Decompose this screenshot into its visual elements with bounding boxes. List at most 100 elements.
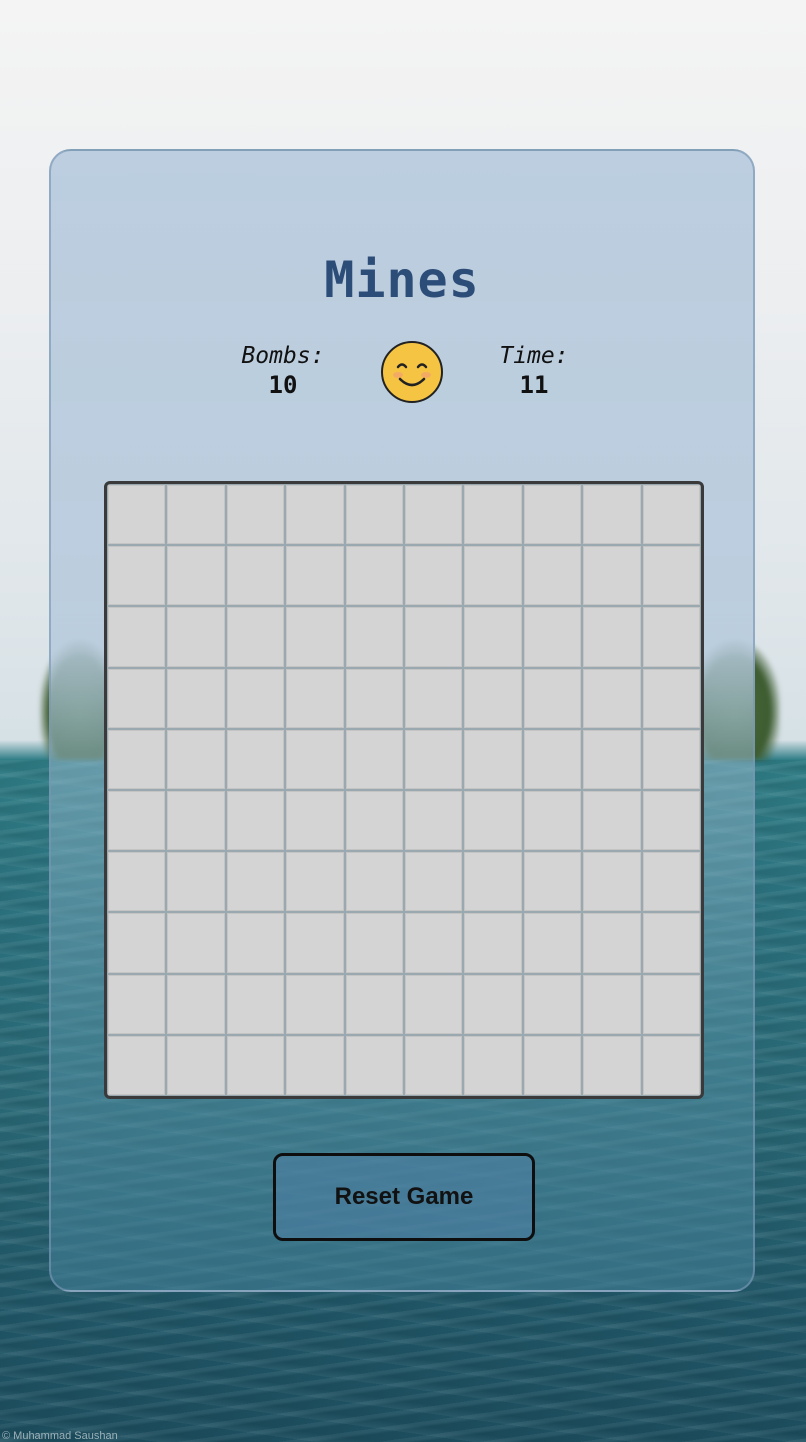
board-cell[interactable]: [642, 546, 700, 606]
board-cell[interactable]: [226, 852, 285, 912]
board-cell[interactable]: [226, 974, 285, 1034]
board-cell[interactable]: [286, 974, 344, 1034]
board-cell[interactable]: [642, 791, 700, 851]
board-cell[interactable]: [523, 607, 582, 667]
board-cell[interactable]: [108, 913, 166, 973]
board-cell[interactable]: [108, 791, 166, 851]
board-cell[interactable]: [226, 485, 285, 545]
board-cell[interactable]: [167, 729, 225, 789]
board-cell[interactable]: [405, 974, 463, 1034]
board-cell[interactable]: [583, 607, 641, 667]
board-cell[interactable]: [642, 485, 700, 545]
board-cell[interactable]: [286, 546, 344, 606]
board-cell[interactable]: [523, 913, 582, 973]
board-cell[interactable]: [108, 668, 166, 728]
reset-game-button[interactable]: Reset Game: [273, 1153, 535, 1241]
board-cell[interactable]: [464, 791, 522, 851]
board-cell[interactable]: [464, 668, 522, 728]
board-cell[interactable]: [523, 1035, 582, 1095]
board-cell[interactable]: [405, 1035, 463, 1095]
board-cell[interactable]: [108, 607, 166, 667]
board-cell[interactable]: [108, 729, 166, 789]
board-cell[interactable]: [226, 668, 285, 728]
board-cell[interactable]: [405, 852, 463, 912]
board-cell[interactable]: [226, 729, 285, 789]
smiling-face-icon[interactable]: [380, 340, 444, 404]
board-cell[interactable]: [642, 607, 700, 667]
board-cell[interactable]: [286, 485, 344, 545]
board-cell[interactable]: [523, 485, 582, 545]
board-cell[interactable]: [108, 546, 166, 606]
board-cell[interactable]: [226, 913, 285, 973]
board-cell[interactable]: [167, 1035, 225, 1095]
board-cell[interactable]: [583, 729, 641, 789]
board-cell[interactable]: [464, 607, 522, 667]
board-cell[interactable]: [583, 791, 641, 851]
board-cell[interactable]: [345, 729, 403, 789]
board-cell[interactable]: [464, 852, 522, 912]
board-cell[interactable]: [286, 1035, 344, 1095]
board-cell[interactable]: [583, 485, 641, 545]
board-cell[interactable]: [523, 974, 582, 1034]
board-cell[interactable]: [226, 607, 285, 667]
board-cell[interactable]: [286, 913, 344, 973]
board-cell[interactable]: [523, 729, 582, 789]
board-cell[interactable]: [108, 974, 166, 1034]
board-cell[interactable]: [464, 729, 522, 789]
board-cell[interactable]: [405, 485, 463, 545]
board-cell[interactable]: [405, 791, 463, 851]
board-cell[interactable]: [167, 485, 225, 545]
board-cell[interactable]: [405, 913, 463, 973]
board-cell[interactable]: [345, 913, 403, 973]
board-cell[interactable]: [167, 668, 225, 728]
board-cell[interactable]: [642, 974, 700, 1034]
board-cell[interactable]: [286, 668, 344, 728]
board-cell[interactable]: [642, 729, 700, 789]
board-cell[interactable]: [523, 852, 582, 912]
board-cell[interactable]: [464, 546, 522, 606]
board-cell[interactable]: [345, 607, 403, 667]
board-cell[interactable]: [464, 974, 522, 1034]
board-cell[interactable]: [108, 1035, 166, 1095]
board-cell[interactable]: [167, 913, 225, 973]
board-cell[interactable]: [345, 791, 403, 851]
board-cell[interactable]: [108, 485, 166, 545]
board-cell[interactable]: [642, 852, 700, 912]
board-cell[interactable]: [226, 1035, 285, 1095]
board-cell[interactable]: [226, 546, 285, 606]
board-cell[interactable]: [464, 1035, 522, 1095]
board-cell[interactable]: [167, 791, 225, 851]
board-cell[interactable]: [345, 1035, 403, 1095]
board-cell[interactable]: [167, 607, 225, 667]
board-cell[interactable]: [167, 974, 225, 1034]
board-cell[interactable]: [642, 913, 700, 973]
board-cell[interactable]: [464, 485, 522, 545]
board-cell[interactable]: [167, 546, 225, 606]
board-cell[interactable]: [108, 852, 166, 912]
board-cell[interactable]: [523, 668, 582, 728]
board-cell[interactable]: [583, 852, 641, 912]
board-cell[interactable]: [345, 668, 403, 728]
board-cell[interactable]: [583, 546, 641, 606]
board-cell[interactable]: [523, 791, 582, 851]
board-cell[interactable]: [345, 485, 403, 545]
board-cell[interactable]: [464, 913, 522, 973]
board-cell[interactable]: [167, 852, 225, 912]
board-cell[interactable]: [642, 1035, 700, 1095]
board-cell[interactable]: [405, 729, 463, 789]
board-cell[interactable]: [583, 974, 641, 1034]
board-cell[interactable]: [286, 852, 344, 912]
board-cell[interactable]: [405, 668, 463, 728]
board-cell[interactable]: [226, 791, 285, 851]
board-cell[interactable]: [286, 607, 344, 667]
board-cell[interactable]: [345, 546, 403, 606]
board-cell[interactable]: [583, 913, 641, 973]
board-cell[interactable]: [523, 546, 582, 606]
board-cell[interactable]: [345, 852, 403, 912]
board-cell[interactable]: [405, 546, 463, 606]
board-cell[interactable]: [286, 791, 344, 851]
board-cell[interactable]: [642, 668, 700, 728]
board-cell[interactable]: [583, 1035, 641, 1095]
board-cell[interactable]: [583, 668, 641, 728]
board-cell[interactable]: [345, 974, 403, 1034]
